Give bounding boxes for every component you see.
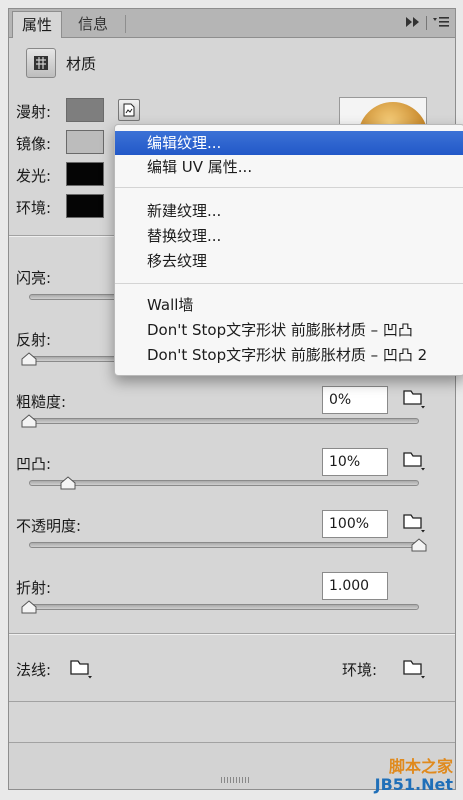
material-icon-button[interactable] bbox=[26, 48, 56, 78]
tab-divider bbox=[125, 15, 126, 33]
diffuse-color-swatch[interactable] bbox=[66, 98, 104, 122]
property-value-field[interactable]: 10% bbox=[322, 448, 388, 476]
property-label: 反射: bbox=[16, 331, 52, 349]
menu-item-wall[interactable]: Wall墙 bbox=[115, 293, 463, 317]
controls-divider bbox=[426, 16, 427, 30]
property-folder-icon[interactable] bbox=[402, 449, 426, 471]
property-label: 粗糙度: bbox=[16, 393, 67, 411]
watermark-line1: 脚本之家 bbox=[388, 757, 453, 776]
property-label: 凹凸: bbox=[16, 455, 52, 473]
resize-grip[interactable] bbox=[221, 777, 251, 783]
tab-info[interactable]: 信息 bbox=[69, 11, 117, 37]
property-slider-track[interactable] bbox=[29, 480, 419, 486]
panel-controls bbox=[406, 13, 449, 33]
material-icon bbox=[34, 56, 48, 70]
tab-properties[interactable]: 属性 bbox=[12, 11, 63, 38]
menu-item-replace-texture[interactable]: 替换纹理... bbox=[115, 224, 463, 248]
property-value-field[interactable]: 0% bbox=[322, 386, 388, 414]
watermark-line2: JB51.Net bbox=[374, 775, 453, 794]
environment-label: 环境: bbox=[342, 661, 378, 679]
divider bbox=[9, 701, 455, 702]
normal-folder-icon[interactable] bbox=[69, 657, 93, 679]
material-title: 材质 bbox=[66, 54, 97, 73]
property-folder-icon[interactable] bbox=[402, 387, 426, 409]
menu-item-new-texture[interactable]: 新建纹理... bbox=[115, 199, 463, 223]
property-value-field[interactable]: 1.000 bbox=[322, 572, 388, 600]
panel-tab-bar: 属性 信息 bbox=[9, 9, 455, 38]
texture-context-menu: 编辑纹理... 编辑 UV 属性... 新建纹理... 替换纹理... 移去纹理… bbox=[114, 124, 463, 376]
collapse-panel-icon[interactable] bbox=[406, 16, 420, 30]
environment-folder-icon[interactable] bbox=[402, 657, 426, 679]
menu-item-edit-texture[interactable]: 编辑纹理... bbox=[115, 131, 463, 155]
property-slider-track[interactable] bbox=[29, 604, 419, 610]
normal-label: 法线: bbox=[16, 661, 52, 679]
diffuse-texture-button[interactable] bbox=[118, 99, 140, 121]
watermark: 脚本之家 JB51.Net bbox=[375, 758, 453, 794]
menu-separator bbox=[115, 283, 463, 284]
emission-color-swatch[interactable] bbox=[66, 162, 104, 186]
panel-menu-icon[interactable] bbox=[433, 16, 449, 31]
diffuse-label: 漫射: bbox=[16, 103, 52, 121]
property-folder-icon[interactable] bbox=[402, 511, 426, 533]
property-slider-track[interactable] bbox=[29, 542, 419, 548]
menu-item-dont-stop-bump[interactable]: Don't Stop文字形状 前膨胀材质 – 凹凸 bbox=[115, 318, 463, 342]
menu-separator bbox=[115, 187, 463, 188]
emission-label: 发光: bbox=[16, 167, 52, 185]
divider-highlight bbox=[9, 634, 455, 635]
property-label: 折射: bbox=[16, 579, 52, 597]
ambient-label: 环境: bbox=[16, 199, 52, 217]
texture-file-icon bbox=[123, 103, 135, 117]
menu-item-dont-stop-bump-2[interactable]: Don't Stop文字形状 前膨胀材质 – 凹凸 2 bbox=[115, 343, 463, 367]
specular-label: 镜像: bbox=[16, 135, 52, 153]
property-value-field[interactable]: 100% bbox=[322, 510, 388, 538]
material-header: 材质 bbox=[26, 47, 96, 79]
property-label: 不透明度: bbox=[16, 517, 82, 535]
menu-item-edit-uv-properties[interactable]: 编辑 UV 属性... bbox=[115, 155, 463, 179]
property-slider-thumb[interactable] bbox=[21, 352, 37, 366]
property-slider-thumb[interactable] bbox=[411, 538, 427, 552]
property-slider-thumb[interactable] bbox=[21, 414, 37, 428]
menu-item-remove-texture[interactable]: 移去纹理 bbox=[115, 249, 463, 273]
specular-color-swatch[interactable] bbox=[66, 130, 104, 154]
ambient-color-swatch[interactable] bbox=[66, 194, 104, 218]
property-slider-thumb[interactable] bbox=[60, 476, 76, 490]
property-slider-track[interactable] bbox=[29, 418, 419, 424]
property-slider-thumb[interactable] bbox=[21, 600, 37, 614]
property-label: 闪亮: bbox=[16, 269, 52, 287]
